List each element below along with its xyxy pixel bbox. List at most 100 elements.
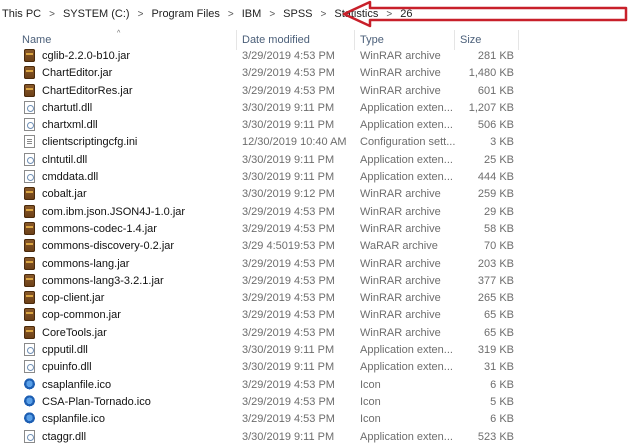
file-size: 6 KB	[490, 378, 514, 391]
breadcrumb-statistics[interactable]: Statistics	[332, 8, 380, 20]
file-row[interactable]: clntutil.dll 3/30/2019 9:11 PM Application…	[0, 152, 640, 169]
file-row[interactable]: commons-codec-1.4.jar 3/29/2019 4:53 PM Wi…	[0, 221, 640, 238]
jar-file-icon	[24, 83, 35, 97]
file-row[interactable]: commons-discovery-0.2.jar 3/29 4:5019:53 …	[0, 238, 640, 255]
column-header-name[interactable]: Name	[22, 34, 51, 46]
file-date-modified: 3/29/2019 4:53 PM	[242, 326, 335, 339]
dll-file-icon	[24, 152, 35, 166]
file-type: Application exten...	[360, 430, 453, 443]
file-type: Application exten...	[360, 361, 453, 374]
file-date-modified: 3/30/2019 9:12 PM	[242, 188, 335, 201]
breadcrumb-ibm[interactable]: IBM	[240, 8, 264, 20]
jar-file-icon	[24, 273, 35, 287]
file-name: commons-codec-1.4.jar	[42, 222, 157, 235]
breadcrumb-program-files[interactable]: Program Files	[149, 8, 221, 20]
file-row[interactable]: ctaggr.dll 3/30/2019 9:11 PM Application e…	[0, 429, 640, 446]
chevron-right-icon[interactable]: >	[380, 9, 398, 20]
breadcrumb-26[interactable]: 26	[398, 8, 414, 20]
file-type: WaRAR archive	[360, 240, 438, 253]
breadcrumb: This PC > SYSTEM (C:) > Program Files > …	[0, 0, 640, 28]
file-row[interactable]: cpuinfo.dll 3/30/2019 9:11 PM Application …	[0, 359, 640, 376]
file-list: cglib-2.2.0-b10.jar 3/29/2019 4:53 PM WinR…	[0, 48, 640, 446]
file-name: CoreTools.jar	[42, 326, 107, 339]
file-date-modified: 3/29/2019 4:53 PM	[242, 413, 335, 426]
jar-file-icon	[24, 187, 35, 201]
column-divider[interactable]	[354, 30, 355, 50]
file-row[interactable]: ChartEditorRes.jar 3/29/2019 4:53 PM WinRA…	[0, 83, 640, 100]
file-size: 6 KB	[490, 413, 514, 426]
column-divider[interactable]	[236, 30, 237, 50]
jar-file-icon	[24, 239, 35, 253]
jar-file-icon	[24, 204, 35, 218]
file-row[interactable]: chartxml.dll 3/30/2019 9:11 PM Application…	[0, 117, 640, 134]
column-header-date-modified[interactable]: Date modified	[242, 34, 310, 46]
column-header-type[interactable]: Type	[360, 34, 384, 46]
file-size: 25 KB	[484, 153, 514, 166]
chevron-right-icon[interactable]: >	[43, 9, 61, 20]
sort-ascending-icon: ^	[117, 30, 121, 37]
file-date-modified: 3/29/2019 4:53 PM	[242, 205, 335, 218]
file-name: csplanfile.ico	[42, 413, 105, 426]
file-size: 5 KB	[490, 395, 514, 408]
column-header-row: ^ Name Date modified Type Size	[0, 30, 640, 50]
file-date-modified: 3/29/2019 4:53 PM	[242, 67, 335, 80]
column-divider[interactable]	[454, 30, 455, 50]
file-row[interactable]: commons-lang.jar 3/29/2019 4:53 PM WinRAR …	[0, 256, 640, 273]
file-date-modified: 3/29/2019 4:53 PM	[242, 257, 335, 270]
file-row[interactable]: cop-common.jar 3/29/2019 4:53 PM WinRAR ar…	[0, 307, 640, 324]
file-row[interactable]: ChartEditor.jar 3/29/2019 4:53 PM WinRAR a…	[0, 65, 640, 82]
breadcrumb-this-pc[interactable]: This PC	[0, 8, 43, 20]
file-row[interactable]: cop-client.jar 3/29/2019 4:53 PM WinRAR ar…	[0, 290, 640, 307]
dll-file-icon	[24, 170, 35, 184]
file-row[interactable]: cpputil.dll 3/30/2019 9:11 PM Application …	[0, 342, 640, 359]
file-row[interactable]: csplanfile.ico 3/29/2019 4:53 PM Icon 6 KB	[0, 411, 640, 428]
file-row[interactable]: cobalt.jar 3/30/2019 9:12 PM WinRAR archiv…	[0, 186, 640, 203]
file-type: WinRAR archive	[360, 205, 441, 218]
file-row[interactable]: clientscriptingcfg.ini 12/30/2019 10:40 A…	[0, 134, 640, 151]
file-row[interactable]: cglib-2.2.0-b10.jar 3/29/2019 4:53 PM WinR…	[0, 48, 640, 65]
jar-file-icon	[24, 325, 35, 339]
chevron-right-icon[interactable]: >	[132, 9, 150, 20]
file-date-modified: 12/30/2019 10:40 AM	[242, 136, 347, 149]
file-size: 3 KB	[490, 136, 514, 149]
file-row[interactable]: com.ibm.json.JSON4J-1.0.jar 3/29/2019 4:5…	[0, 204, 640, 221]
file-date-modified: 3/29 4:5019:53 PM	[242, 240, 335, 253]
file-row[interactable]: CSA-Plan-Tornado.ico 3/29/2019 4:53 PM Ico…	[0, 394, 640, 411]
file-type: WinRAR archive	[360, 309, 441, 322]
file-name: cpputil.dll	[42, 344, 88, 357]
dll-file-icon	[24, 429, 35, 443]
column-header-size[interactable]: Size	[460, 34, 481, 46]
jar-file-icon	[24, 256, 35, 270]
breadcrumb-system-c[interactable]: SYSTEM (C:)	[61, 8, 132, 20]
file-row[interactable]: commons-lang3-3.2.1.jar 3/29/2019 4:53 PM…	[0, 273, 640, 290]
file-date-modified: 3/30/2019 9:11 PM	[242, 153, 335, 166]
dll-file-icon	[24, 100, 35, 114]
file-date-modified: 3/29/2019 4:53 PM	[242, 222, 335, 235]
file-type: Icon	[360, 395, 381, 408]
file-type: Application exten...	[360, 344, 453, 357]
chevron-right-icon[interactable]: >	[315, 9, 333, 20]
file-row[interactable]: CoreTools.jar 3/29/2019 4:53 PM WinRAR arc…	[0, 325, 640, 342]
chevron-right-icon[interactable]: >	[222, 9, 240, 20]
ico-file-icon	[24, 412, 35, 426]
file-row[interactable]: csaplanfile.ico 3/29/2019 4:53 PM Icon 6 KB	[0, 377, 640, 394]
jar-file-icon	[24, 308, 35, 322]
file-size: 523 KB	[477, 430, 514, 443]
file-row[interactable]: chartutl.dll 3/30/2019 9:11 PM Application…	[0, 100, 640, 117]
file-name: cop-client.jar	[42, 292, 105, 305]
file-name: cobalt.jar	[42, 188, 87, 201]
file-size: 377 KB	[477, 274, 514, 287]
file-name: chartxml.dll	[42, 119, 98, 132]
chevron-right-icon[interactable]: >	[263, 9, 281, 20]
column-divider[interactable]	[518, 30, 519, 50]
file-date-modified: 3/29/2019 4:53 PM	[242, 395, 335, 408]
file-name: cglib-2.2.0-b10.jar	[42, 50, 131, 62]
breadcrumb-spss[interactable]: SPSS	[281, 8, 314, 20]
dll-file-icon	[24, 343, 35, 357]
file-type: WinRAR archive	[360, 292, 441, 305]
file-name: com.ibm.json.JSON4J-1.0.jar	[42, 205, 186, 218]
ini-file-icon	[24, 135, 35, 149]
file-type: WinRAR archive	[360, 188, 441, 201]
file-row[interactable]: cmddata.dll 3/30/2019 9:11 PM Application …	[0, 169, 640, 186]
file-size: 319 KB	[477, 344, 514, 357]
